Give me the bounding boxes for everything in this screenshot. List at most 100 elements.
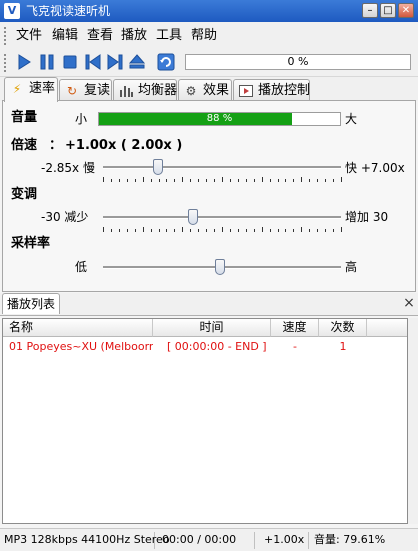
column-header-time[interactable]: 时间 xyxy=(153,319,271,337)
pitch-max-label: 增加 30 xyxy=(345,210,389,224)
playlist-scrollbar[interactable] xyxy=(408,318,418,524)
repeat-icon: ↻ xyxy=(66,84,78,98)
lightning-icon: ⚡ xyxy=(12,82,22,96)
next-button[interactable] xyxy=(105,52,125,72)
tab-speed[interactable]: ⚡ 速率 xyxy=(4,77,58,102)
refresh-button[interactable] xyxy=(156,52,176,72)
pitch-label: 变调 xyxy=(11,187,38,202)
menu-grip-icon[interactable] xyxy=(4,27,9,45)
column-header-name[interactable]: 名称 xyxy=(3,319,153,337)
window-title: 飞克视读速听机 xyxy=(26,4,111,18)
playlist-close-icon[interactable]: × xyxy=(402,295,416,311)
speed-slider-thumb[interactable] xyxy=(153,159,163,175)
menu-tools[interactable]: 工具 xyxy=(154,28,184,44)
slider-tick xyxy=(214,179,215,182)
menu-edit[interactable]: 编辑 xyxy=(50,28,80,44)
row-count: 1 xyxy=(339,340,347,353)
stop-button[interactable] xyxy=(60,52,80,72)
slider-tick xyxy=(166,179,167,182)
volume-min-label: 小 xyxy=(75,112,88,126)
tab-equalizer-label: 均衡器 xyxy=(138,83,178,98)
previous-button[interactable] xyxy=(83,52,103,72)
slider-tick xyxy=(246,229,247,232)
column-header-name-label: 名称 xyxy=(9,320,34,334)
speed-label: 倍速 xyxy=(11,138,38,153)
sample-rate-slider-thumb[interactable] xyxy=(215,259,225,275)
speed-slider-ticks xyxy=(103,177,342,183)
sample-rate-max-label: 高 xyxy=(345,260,358,274)
volume-bar-text: 88 % xyxy=(206,113,233,124)
menu-help[interactable]: 帮助 xyxy=(189,28,219,44)
tab-playback-control-label: 播放控制 xyxy=(258,83,311,98)
slider-tick xyxy=(222,177,223,182)
pause-icon xyxy=(40,54,54,70)
pitch-slider-thumb[interactable] xyxy=(188,209,198,225)
tab-equalizer[interactable]: 均衡器 xyxy=(113,79,177,101)
slider-tick xyxy=(238,229,239,232)
app-icon: V xyxy=(4,3,20,19)
slider-tick xyxy=(151,229,152,232)
slider-tick xyxy=(206,179,207,182)
slider-tick xyxy=(151,179,152,182)
speed-slider-track[interactable] xyxy=(103,166,341,169)
volume-label: 音量 xyxy=(11,110,38,125)
speed-panel: 音量 小 88 % 大 倍速 ： +1.00x ( 2.00x ) -2.85x… xyxy=(2,100,416,292)
slider-tick xyxy=(230,179,231,182)
play-button[interactable] xyxy=(14,52,34,72)
pitch-slider-track[interactable] xyxy=(103,216,341,219)
playlist-header: 播放列表 × xyxy=(0,293,418,316)
playlist-tab[interactable]: 播放列表 xyxy=(2,293,60,314)
minimize-icon[interactable]: – xyxy=(362,3,378,18)
slider-tick xyxy=(301,177,302,182)
playback-progress[interactable]: 0 % xyxy=(185,54,411,70)
previous-icon xyxy=(85,54,101,70)
slider-tick xyxy=(325,229,326,232)
slider-tick xyxy=(262,227,263,232)
status-bar: MP3 128kbps 44100Hz Stereo 00:00 / 00:00… xyxy=(0,528,418,551)
column-header-speed-label: 速度 xyxy=(282,320,307,334)
table-row[interactable]: 01 Popeyes~XU (Melboorn) - P [ 00:00:00 … xyxy=(3,337,407,357)
slider-tick xyxy=(190,179,191,182)
column-header-filler xyxy=(367,319,407,337)
slider-tick xyxy=(293,229,294,232)
toolbar-grip-icon[interactable] xyxy=(4,54,9,72)
close-icon[interactable]: ✕ xyxy=(398,3,414,18)
speed-value: +1.00x ( 2.00x ) xyxy=(65,138,183,153)
refresh-icon xyxy=(157,53,175,71)
toolbar: 0 % xyxy=(0,50,418,77)
title-bar[interactable]: V 飞克视读速听机 – □ ✕ xyxy=(0,0,418,22)
slider-tick xyxy=(143,177,144,182)
slider-tick xyxy=(262,177,263,182)
tab-effects-label: 效果 xyxy=(203,83,230,98)
menu-file[interactable]: 文件 xyxy=(14,28,44,44)
settings-tabs: ⚡ 速率 ↻ 复读 均衡器 ⚙ 效果 播放控制 xyxy=(0,77,418,102)
menu-play[interactable]: 播放 xyxy=(119,28,149,44)
tab-repeat[interactable]: ↻ 复读 xyxy=(59,79,112,101)
stop-icon xyxy=(63,55,77,69)
slider-tick xyxy=(214,229,215,232)
volume-max-label: 大 xyxy=(345,112,358,126)
slider-tick xyxy=(111,179,112,182)
slider-tick xyxy=(254,229,255,232)
tab-effects[interactable]: ⚙ 效果 xyxy=(178,79,232,101)
slider-tick xyxy=(174,229,175,232)
column-header-count[interactable]: 次数 xyxy=(319,319,367,337)
volume-bar[interactable]: 88 % xyxy=(98,112,341,126)
slider-tick xyxy=(119,229,120,232)
slider-tick xyxy=(309,179,310,182)
pause-button[interactable] xyxy=(37,52,57,72)
eject-button[interactable] xyxy=(127,52,147,72)
sample-rate-label: 采样率 xyxy=(11,236,51,251)
slider-tick xyxy=(190,229,191,232)
menu-view[interactable]: 查看 xyxy=(85,28,115,44)
tab-playback-control[interactable]: 播放控制 xyxy=(233,79,310,101)
column-header-count-label: 次数 xyxy=(330,320,355,334)
slider-tick xyxy=(254,179,255,182)
speed-colon: ： xyxy=(49,138,63,153)
slider-tick xyxy=(198,229,199,232)
slider-tick xyxy=(143,227,144,232)
maximize-icon[interactable]: □ xyxy=(380,3,396,18)
slider-tick xyxy=(182,227,183,232)
playlist-table: 名称 时间 速度 次数 01 Popeyes~XU (Melboorn) - P… xyxy=(2,318,408,524)
column-header-speed[interactable]: 速度 xyxy=(271,319,319,337)
